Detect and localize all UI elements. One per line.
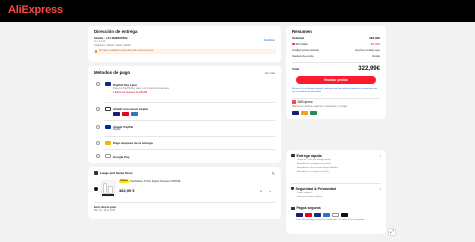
address-title: Dirección de entrega [94,29,138,34]
edit-address-link[interactable]: Modificar [264,38,275,42]
divider [292,62,380,63]
payment-logos [296,213,350,217]
payment-method-google-pay[interactable]: Google Pay [88,150,281,162]
chevron-right-icon[interactable]: › [380,153,381,158]
credit-card-icon [105,107,111,111]
card-icon [291,206,295,210]
address-card: Dirección de entrega Chella · +34 2M2897… [88,26,281,62]
aliexpress-logo-icon [292,100,296,104]
warning-icon [94,50,98,53]
place-order-button[interactable]: Realizar pedido [296,76,376,84]
payment-method-card[interactable]: Añadir una nueva tarjeta [88,103,281,119]
quantity-value[interactable]: 1 [260,189,262,193]
summary-row-subtotal: Subtotal 383,99€ [292,36,380,40]
summary-title: Resumen [292,29,312,34]
decrease-button[interactable]: − [251,189,253,193]
product-image[interactable] [100,180,116,197]
divider [292,98,380,99]
security-header[interactable]: Seguridad & Privacidad › [291,186,381,191]
fast-delivery-header[interactable]: Entrega rápida › [291,153,381,158]
product-price: 382,99 € [119,188,135,193]
mastercard-icon [305,213,312,217]
google-pay-icon [105,154,111,158]
console-shape [108,186,113,194]
store-name[interactable]: Lauge and Game Store [100,171,133,175]
address-warning: Por favor, actualiza tu dirección para e… [93,49,276,54]
amex-icon [131,112,138,116]
delivery-date: Mar. 04 - 28 de 2025 [94,210,116,212]
divider [291,183,381,184]
visa-secure-icon [292,111,299,115]
security-section[interactable]: Seguridad & Privacidad › Pagos seguros D… [291,186,381,200]
benefits-card: Entrega rápida › Cupón de 1,00€ por entr… [286,150,386,234]
truck-icon [291,154,295,157]
paypal-icon [105,125,111,129]
fast-delivery-section[interactable]: Entrega rápida › Cupón de 1,00€ por entr… [291,153,381,179]
apple-pay-icon [341,213,348,217]
radio[interactable] [96,82,100,86]
aliexpress-brand-row: AliExpress [292,100,313,104]
store-icon [94,171,98,175]
summary-row-saved: Ahorrado -60,00€ [292,42,380,46]
payment-title: Métodos de pago [94,70,131,75]
card-logos [113,112,140,116]
payment-method-paypal-later[interactable]: PayPal Pay Later Paga con PayPal Pay Lat… [88,79,281,101]
brand-security-note: AliExpress mantiene seguras tu informaci… [292,106,347,108]
increase-button[interactable]: + [269,189,271,193]
visa-icon [113,112,120,116]
radio[interactable] [96,125,100,129]
expand-button[interactable]: ⤢ [388,228,396,236]
amex-icon [323,213,330,217]
console-base [102,194,114,196]
discount-icon [292,42,295,46]
console-shape [103,183,107,194]
payment-method-pay-on-delivery[interactable]: Pago después de la entrega [88,137,281,149]
summary-total: Total 322,99€ [292,66,380,72]
choice-badge: Choice [119,180,130,183]
delivery-label: Envío directo gratis [94,206,117,209]
mastercard-secure-icon [301,111,308,115]
shipping-card: Lauge and Game Store ✎ Choice PlayStatio… [88,167,281,219]
google-pay-icon [332,213,339,217]
quantity-stepper[interactable]: − 1 + [251,188,271,193]
address-line2: Chapinero, Madrid, Spain, 28001 [94,43,131,47]
shield-icon [291,186,294,191]
edit-icon[interactable]: ✎ [272,171,275,176]
paypal-icon [105,82,111,86]
radio[interactable] [96,140,100,145]
product-checkbox[interactable] [94,187,98,191]
divider [94,202,275,203]
cash-icon [105,140,111,145]
product-title[interactable]: PlayStation 5 Slim Digital Chassis D 825… [130,180,180,183]
aliexpress-logo[interactable]: AliExpress [8,4,63,16]
order-terms-note: Al hacer clic en Realizar pedido, confir… [292,88,377,93]
expand-icon: ⤢ [389,229,394,235]
summary-row-promo[interactable]: Código promocional Escribe el código aqu… [292,48,380,52]
pci-icon [310,111,317,115]
summary-row-shipping: Gastos de envío Gratis [292,54,380,58]
chevron-right-icon[interactable]: › [380,186,381,191]
radio[interactable] [96,154,100,158]
payment-method-add-paypal[interactable]: Añadir PayPal PayPal [88,121,281,135]
visa-icon [296,213,303,217]
mastercard-icon [122,112,129,116]
secure-payments-section: Pagos seguros Con nuestros pagos seguros… [291,206,381,232]
security-logos [292,111,319,115]
payment-card: Métodos de pago Ver más PayPal Pay Later… [88,66,281,163]
radio[interactable] [96,107,100,111]
view-more-payment-link[interactable]: Ver más [265,71,275,75]
top-bar: AliExpress [0,0,475,22]
summary-card: Resumen Subtotal 383,99€ Ahorrado -60,00… [286,26,386,119]
paypal-icon [314,213,321,217]
